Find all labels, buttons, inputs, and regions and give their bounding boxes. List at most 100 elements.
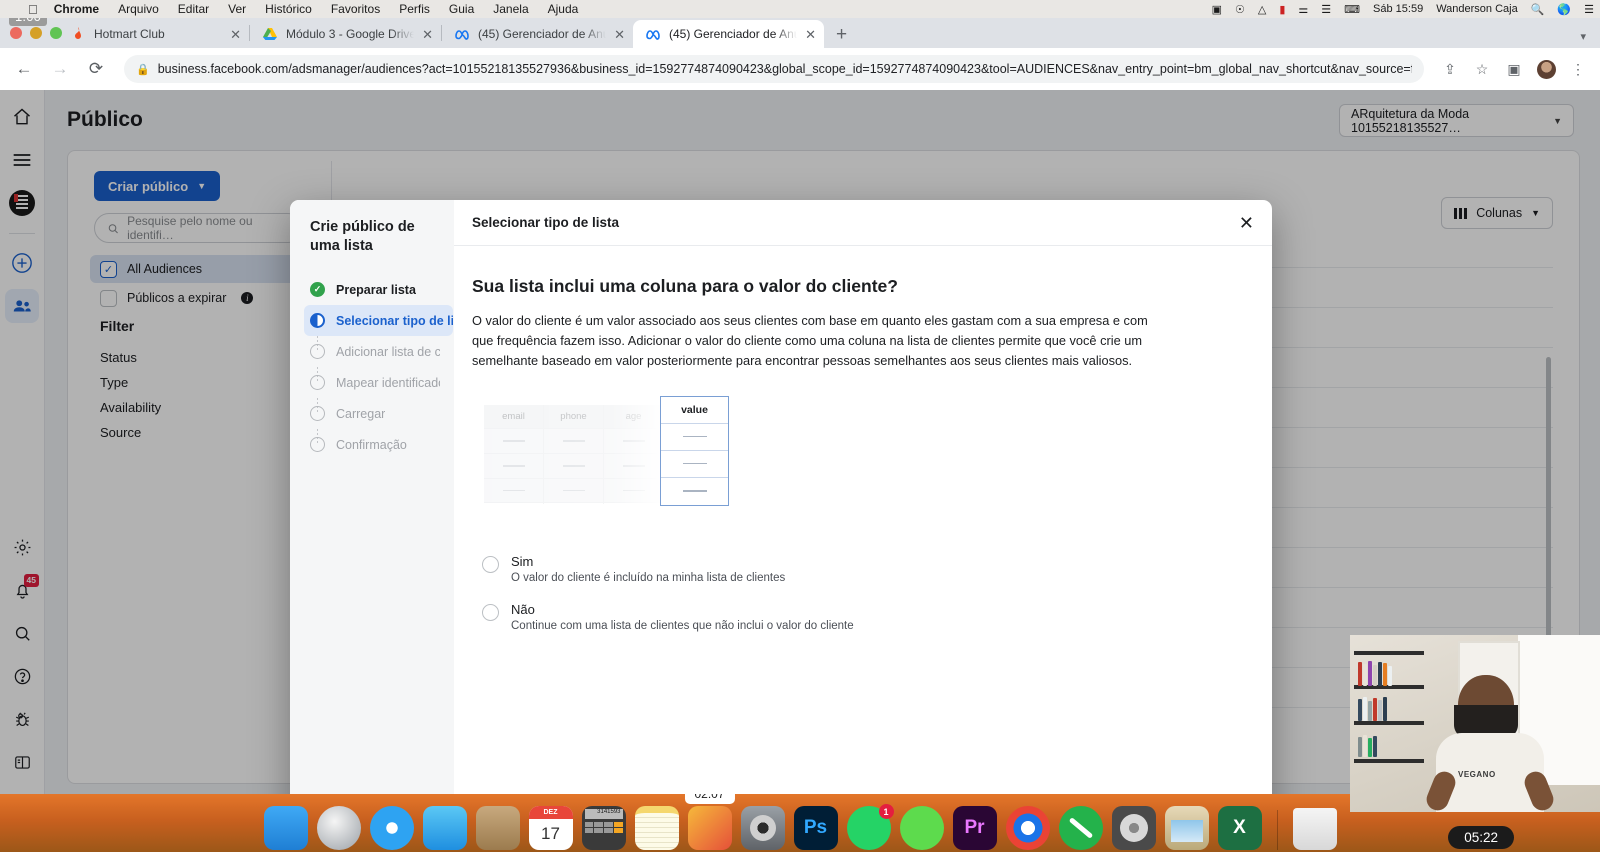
reload-button[interactable]: ⟳ — [82, 55, 110, 83]
dock-photoshop[interactable]: Ps — [793, 806, 838, 850]
menu-app-name[interactable]: Chrome — [54, 2, 99, 16]
step-confirmacao[interactable]: Confirmação — [310, 429, 440, 460]
dock-launchpad[interactable] — [316, 806, 361, 850]
account-selector[interactable]: ARquitetura da Moda 10155218135527… ▼ — [1339, 104, 1574, 137]
apple-icon[interactable]:  — [28, 2, 38, 17]
gear-icon[interactable] — [5, 530, 39, 564]
filter-type[interactable]: Type ▼ — [100, 370, 308, 395]
dock-fan-app[interactable] — [1111, 806, 1156, 850]
star-icon[interactable]: ☆ — [1470, 57, 1494, 81]
dock-trash[interactable] — [1292, 808, 1337, 850]
dock-notes[interactable] — [634, 806, 679, 850]
globe-icon[interactable]: 🌎 — [1557, 3, 1571, 16]
dock-contacts[interactable] — [475, 806, 520, 850]
screen-icon[interactable]: ▣ — [1212, 3, 1222, 16]
close-tab-icon[interactable]: ✕ — [805, 28, 816, 41]
menu-historico[interactable]: Histórico — [265, 2, 312, 16]
minimize-window-button[interactable] — [30, 27, 42, 39]
filter-all-audiences[interactable]: ✓ All Audiences — [90, 255, 307, 283]
search-input[interactable]: Pesquise pelo nome ou identifi… — [94, 213, 303, 243]
wifi-icon[interactable]: ⚌ — [1298, 3, 1308, 16]
menu-guia[interactable]: Guia — [449, 2, 474, 16]
help-icon[interactable] — [5, 659, 39, 693]
window-traffic-lights[interactable] — [10, 27, 62, 39]
menu-arquivo[interactable]: Arquivo — [118, 2, 159, 16]
forward-button[interactable]: → — [46, 55, 74, 83]
close-tab-icon[interactable]: ✕ — [422, 28, 433, 41]
step-selecionar-tipo[interactable]: Selecionar tipo de li… — [304, 305, 453, 337]
step-adicionar-lista[interactable]: Adicionar lista de cli… — [310, 336, 440, 367]
menu-editar[interactable]: Editar — [178, 2, 209, 16]
close-window-button[interactable] — [10, 27, 22, 39]
list-icon[interactable]: ☰ — [1584, 3, 1594, 16]
dock-compass[interactable] — [1058, 806, 1103, 850]
tab-search-chevron-icon[interactable]: ▾ — [1580, 30, 1586, 43]
home-icon[interactable] — [5, 100, 39, 134]
dock-chrome[interactable] — [1005, 806, 1050, 850]
profile-avatar[interactable] — [1534, 57, 1558, 81]
filter-expiring-audiences[interactable]: Públicos a expirar i — [90, 284, 307, 312]
close-tab-icon[interactable]: ✕ — [230, 28, 241, 41]
dock-preview[interactable] — [1164, 806, 1209, 850]
search-icon[interactable] — [5, 616, 39, 650]
share-icon[interactable]: ⇪ — [1438, 57, 1462, 81]
browser-tab-drive[interactable]: Módulo 3 - Google Drive ✕ — [250, 20, 441, 48]
shield-icon[interactable]: ☉ — [1235, 3, 1245, 16]
browser-tab-ads-1[interactable]: (45) Gerenciador de Anúncios ✕ — [442, 20, 633, 48]
checkbox-checked-icon[interactable]: ✓ — [100, 260, 117, 278]
bug-icon[interactable] — [5, 702, 39, 736]
info-icon[interactable]: i — [241, 292, 254, 304]
panel-icon[interactable] — [5, 745, 39, 779]
dock-keynote[interactable]: 02:07 — [684, 794, 735, 850]
checkbox-icon[interactable] — [100, 289, 117, 307]
radio-icon[interactable] — [482, 603, 499, 621]
menu-icon[interactable] — [5, 143, 39, 177]
dock-messages[interactable] — [899, 806, 944, 850]
radio-icon[interactable] — [482, 555, 499, 573]
business-avatar[interactable] — [5, 186, 39, 220]
close-icon[interactable]: ✕ — [1239, 214, 1254, 232]
address-bar[interactable]: 🔒 business.facebook.com/adsmanager/audie… — [124, 55, 1424, 83]
dock-whatsapp[interactable]: 1 — [846, 804, 894, 850]
control-icon[interactable]: △ — [1258, 3, 1266, 16]
sliders-icon[interactable]: ☰ — [1321, 3, 1331, 16]
mac-clock[interactable]: Sáb 15:59 — [1373, 3, 1423, 15]
maximize-window-button[interactable] — [50, 27, 62, 39]
keyboard-icon[interactable]: ⌨ — [1344, 3, 1360, 16]
radio-option-nao[interactable]: Não Continue com uma lista de clientes q… — [482, 602, 1250, 632]
plus-circle-icon[interactable] — [5, 246, 39, 280]
bell-icon[interactable]: 45 — [5, 573, 39, 607]
menu-favoritos[interactable]: Favoritos — [331, 2, 380, 16]
menu-janela[interactable]: Janela — [493, 2, 528, 16]
menu-perfis[interactable]: Perfis — [399, 2, 430, 16]
table-scrollbar[interactable] — [1546, 357, 1551, 657]
dock-mail[interactable] — [422, 806, 467, 850]
dock-premiere[interactable]: Pr — [952, 806, 997, 850]
filter-status[interactable]: Status ▼ — [100, 345, 308, 370]
dock-calendar[interactable]: DEZ 17 — [528, 806, 573, 850]
mac-user-name[interactable]: Wanderson Caja — [1436, 3, 1518, 15]
dock-finder[interactable] — [263, 806, 308, 850]
radio-option-sim[interactable]: Sim O valor do cliente é incluído na min… — [482, 554, 1250, 584]
filter-source[interactable]: Source ▼ — [100, 420, 308, 445]
menu-ajuda[interactable]: Ajuda — [548, 2, 579, 16]
dock-calculator[interactable]: 3141593 — [581, 806, 626, 850]
dock-safari[interactable] — [369, 806, 414, 850]
battery-icon[interactable]: ▮ — [1279, 3, 1285, 16]
close-tab-icon[interactable]: ✕ — [614, 28, 625, 41]
back-button[interactable]: ← — [10, 55, 38, 83]
menu-ver[interactable]: Ver — [228, 2, 246, 16]
search-icon[interactable]: 🔍 — [1531, 3, 1545, 16]
filter-availability[interactable]: Availability ▼ — [100, 395, 308, 420]
step-mapear-identificadores[interactable]: Mapear identificado… — [310, 367, 440, 398]
dock-excel[interactable]: X — [1217, 806, 1262, 850]
dock-system-preferences[interactable] — [740, 806, 785, 850]
create-audience-button[interactable]: Criar público ▼ — [94, 171, 221, 201]
browser-tab-ads-2-active[interactable]: (45) Gerenciador de Anúncios ✕ — [633, 20, 824, 48]
new-tab-button[interactable]: + — [836, 25, 847, 44]
step-carregar[interactable]: Carregar — [310, 398, 440, 429]
sidepanel-icon[interactable]: ▣ — [1502, 57, 1526, 81]
menu-dots-icon[interactable]: ⋮ — [1566, 57, 1590, 81]
audiences-icon[interactable] — [5, 289, 39, 323]
step-preparar-lista[interactable]: ✓ Preparar lista — [310, 274, 440, 305]
